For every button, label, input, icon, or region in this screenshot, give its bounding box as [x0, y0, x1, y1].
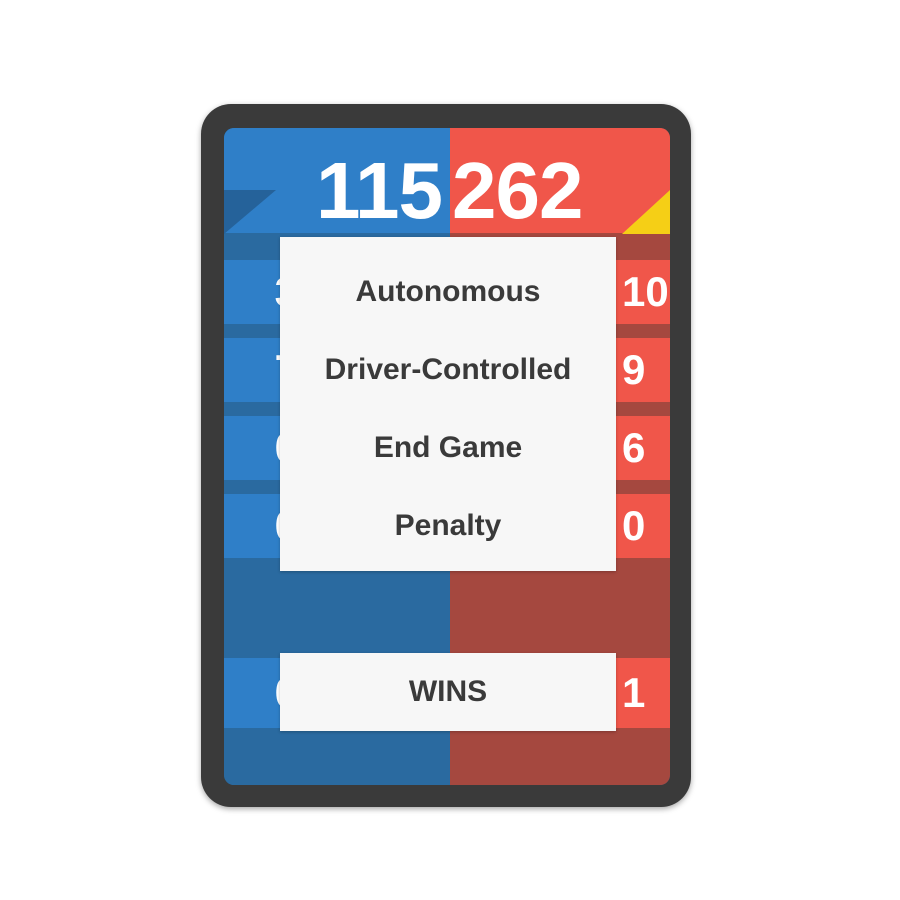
scoreboard-screen: 115 262 3 7 0 0 10 9 6 0 0 1 Autonomous … — [224, 128, 670, 785]
blue-driver-value: 7 — [224, 338, 284, 402]
blue-endgame-value: 0 — [224, 416, 284, 480]
red-wins-band: 1 — [614, 658, 670, 728]
blue-autonomous-value: 3 — [224, 260, 284, 324]
menu-item-driver-controlled[interactable]: Driver-Controlled — [280, 353, 616, 387]
score-category-menu: Autonomous Driver-Controlled End Game Pe… — [280, 237, 616, 571]
red-autonomous-value: 10 — [614, 260, 670, 324]
blue-wins-value: 0 — [224, 658, 284, 728]
red-wins-value: 1 — [622, 669, 646, 716]
blue-total-score: 115 — [315, 146, 443, 235]
menu-item-autonomous[interactable]: Autonomous — [280, 275, 616, 309]
wins-button[interactable]: WINS — [280, 653, 616, 731]
red-total-score: 262 — [452, 146, 583, 235]
yellow-corner-flag-icon — [622, 190, 670, 234]
blue-wins-band: 0 — [224, 658, 284, 728]
red-driver-value: 9 — [614, 338, 670, 402]
blue-penalty-value: 0 — [224, 494, 284, 558]
menu-item-penalty[interactable]: Penalty — [280, 509, 616, 543]
menu-item-end-game[interactable]: End Game — [280, 431, 616, 465]
blue-corner-shadow — [224, 190, 276, 234]
red-penalty-value: 0 — [614, 494, 670, 558]
red-endgame-value: 6 — [614, 416, 670, 480]
